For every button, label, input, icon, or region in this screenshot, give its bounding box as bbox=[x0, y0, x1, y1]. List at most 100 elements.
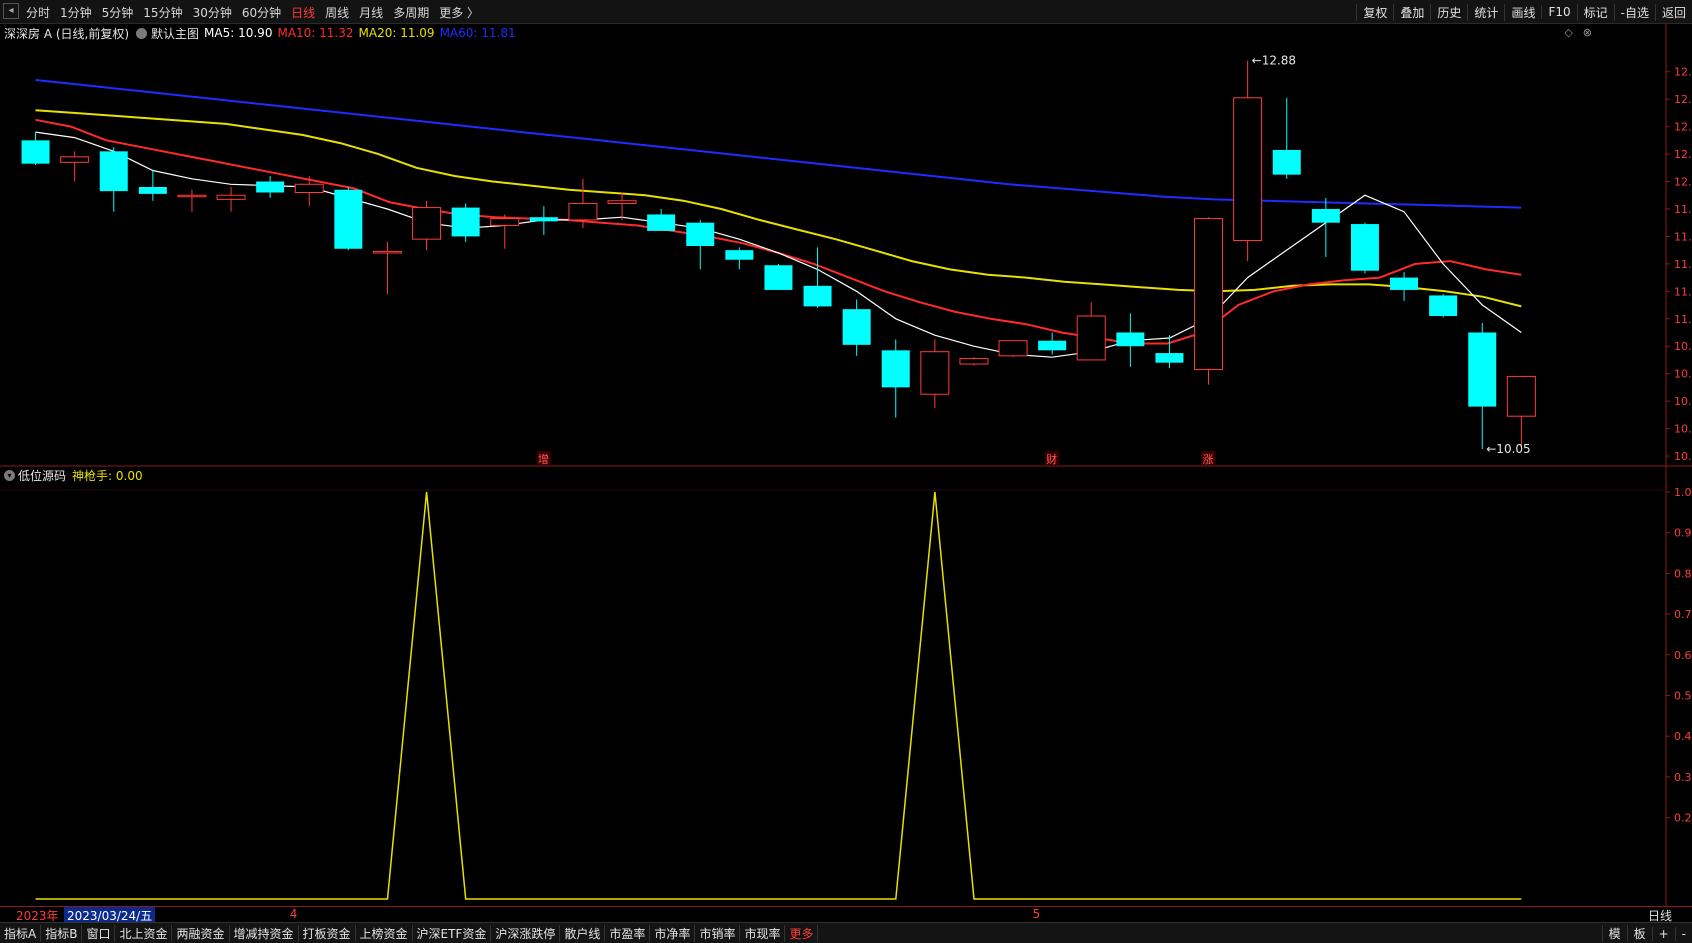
main-chart-header: 深深房 A (日线,前复权) 默认主图 MA5: 10.90 MA10: 11.… bbox=[4, 24, 521, 42]
indicator-tick-label: 1.00 bbox=[1674, 486, 1692, 499]
indicator-name[interactable]: 低位源码 bbox=[18, 467, 66, 484]
tab-retail-line[interactable]: 散户线 bbox=[560, 924, 606, 942]
tab-ps[interactable]: 市销率 bbox=[695, 924, 741, 942]
price-tick-label: 10.40 bbox=[1674, 395, 1692, 408]
tab-holdings-change[interactable]: 增减持资金 bbox=[230, 924, 299, 942]
indicator-tick-label: 0.60 bbox=[1674, 649, 1692, 662]
candle bbox=[1506, 375, 1536, 447]
candle-body bbox=[1076, 315, 1106, 361]
tab-period-5min[interactable]: 5分钟 bbox=[102, 4, 134, 21]
ma5-value: MA5: 10.90 bbox=[204, 26, 273, 40]
candle-body bbox=[725, 250, 754, 260]
indicator-tick-label: 0.80 bbox=[1674, 567, 1692, 580]
remove-watchlist-button[interactable]: -自选 bbox=[1613, 3, 1655, 21]
candle bbox=[1350, 222, 1379, 274]
candle-body bbox=[959, 358, 989, 365]
candle-body bbox=[177, 194, 207, 198]
tab-margin[interactable]: 两融资金 bbox=[172, 924, 230, 942]
tab-more[interactable]: 更多 bbox=[785, 924, 819, 942]
candle bbox=[959, 357, 989, 366]
mark-button[interactable]: 标记 bbox=[1576, 3, 1614, 21]
candle-body bbox=[21, 140, 50, 164]
return-button[interactable]: 返回 bbox=[1654, 3, 1692, 21]
tab-period-daily[interactable]: 日线 bbox=[291, 4, 315, 21]
zoom-out-button[interactable]: - bbox=[1674, 926, 1692, 941]
candle bbox=[607, 192, 637, 220]
candle bbox=[99, 147, 128, 212]
template-button[interactable]: 模 bbox=[1601, 925, 1627, 942]
indicator-header: ▾ 低位源码 神枪手: 0.00 bbox=[4, 466, 149, 484]
candle bbox=[998, 340, 1028, 358]
candle-body bbox=[294, 183, 324, 193]
overlay-button[interactable]: 叠加 bbox=[1393, 3, 1430, 21]
tab-limit-up-funds[interactable]: 打板资金 bbox=[299, 924, 356, 942]
f10-button[interactable]: F10 bbox=[1541, 5, 1576, 19]
draw-line-button[interactable]: 画线 bbox=[1504, 3, 1541, 21]
candle-body bbox=[803, 285, 832, 307]
candle-body bbox=[60, 156, 90, 163]
candle bbox=[294, 176, 324, 207]
tab-period-15min[interactable]: 15分钟 bbox=[143, 4, 182, 21]
tab-period-fenshi[interactable]: 分时 bbox=[26, 4, 50, 21]
candle-body bbox=[647, 214, 676, 231]
price-tick-label: 11.40 bbox=[1674, 258, 1692, 271]
moving-average-lines bbox=[35, 79, 1522, 358]
back-arrow-icon[interactable]: ◂ bbox=[3, 3, 19, 19]
indicator-tick-label: 0.70 bbox=[1674, 608, 1692, 621]
history-button[interactable]: 历史 bbox=[1430, 3, 1467, 21]
tab-period-1min[interactable]: 1分钟 bbox=[60, 4, 92, 21]
event-marker: 增 bbox=[538, 452, 549, 466]
candle bbox=[686, 219, 715, 270]
fuquan-button[interactable]: 复权 bbox=[1356, 3, 1393, 21]
candle-body bbox=[1155, 353, 1184, 363]
candlestick-series bbox=[21, 60, 1536, 450]
tab-pe[interactable]: 市盈率 bbox=[605, 924, 651, 942]
tab-period-30min[interactable]: 30分钟 bbox=[193, 4, 232, 21]
kline-chart[interactable]: 12.80 12.60 12.40 12.20 12.00 11.80 11.60 11.40… bbox=[0, 24, 1692, 906]
tab-indicator-a[interactable]: 指标A bbox=[0, 924, 42, 942]
price-tick-label: 12.40 bbox=[1674, 121, 1692, 134]
indicator-tick-label: 0.90 bbox=[1674, 527, 1692, 540]
candle-body bbox=[1038, 340, 1067, 351]
tab-indicator-b[interactable]: 指标B bbox=[41, 924, 83, 942]
candle-body bbox=[1506, 375, 1536, 417]
tab-northbound[interactable]: 北上资金 bbox=[115, 924, 173, 942]
candle bbox=[490, 214, 520, 249]
candle-body bbox=[1468, 332, 1497, 407]
candle bbox=[1468, 322, 1497, 450]
tab-billboard-funds[interactable]: 上榜资金 bbox=[356, 924, 413, 942]
settings-dot-icon[interactable] bbox=[136, 27, 148, 39]
candle bbox=[529, 206, 558, 236]
close-circle-icon[interactable]: ⊗ bbox=[1583, 26, 1592, 39]
price-tick-label: 12.00 bbox=[1674, 176, 1692, 189]
board-button[interactable]: 板 bbox=[1626, 925, 1652, 942]
tab-period-more[interactable]: 更多 〉 bbox=[439, 4, 479, 21]
tab-pb[interactable]: 市净率 bbox=[650, 924, 696, 942]
chevron-down-icon[interactable]: ▾ bbox=[4, 469, 15, 481]
tab-window[interactable]: 窗口 bbox=[82, 924, 116, 942]
chart-labels: ←12.88 ←10.05 增 财 涨 bbox=[536, 54, 1531, 466]
tab-period-multi[interactable]: 多周期 bbox=[393, 4, 429, 21]
candle-body bbox=[1194, 218, 1224, 371]
indicator-tick-label: 0.40 bbox=[1674, 730, 1692, 743]
candle-body bbox=[1350, 224, 1379, 271]
tab-period-monthly[interactable]: 月线 bbox=[359, 4, 383, 21]
tab-pcf[interactable]: 市现率 bbox=[740, 924, 786, 942]
ma10-value: MA10: 11.32 bbox=[277, 26, 354, 40]
tab-limit-stats[interactable]: 沪深涨跌停 bbox=[491, 924, 561, 942]
candle bbox=[803, 247, 832, 308]
price-tick-label: 12.20 bbox=[1674, 148, 1692, 161]
candle-body bbox=[842, 309, 871, 345]
stock-name[interactable]: 深深房 A (日线,前复权) bbox=[4, 25, 129, 42]
template-name[interactable]: 默认主图 bbox=[151, 25, 199, 42]
stats-button[interactable]: 统计 bbox=[1467, 3, 1504, 21]
price-annotation: ←10.05 bbox=[1486, 442, 1530, 456]
tab-period-60min[interactable]: 60分钟 bbox=[242, 4, 281, 21]
tab-period-weekly[interactable]: 周线 bbox=[325, 4, 349, 21]
tab-etf-funds[interactable]: 沪深ETF资金 bbox=[413, 924, 492, 942]
candle-body bbox=[1429, 295, 1458, 317]
zoom-in-button[interactable]: + bbox=[1651, 926, 1675, 941]
diamond-icon[interactable]: ◇ bbox=[1564, 26, 1572, 39]
ma60-value: MA60: 11.81 bbox=[439, 26, 516, 40]
indicator-tick-label: 0.50 bbox=[1674, 690, 1692, 703]
